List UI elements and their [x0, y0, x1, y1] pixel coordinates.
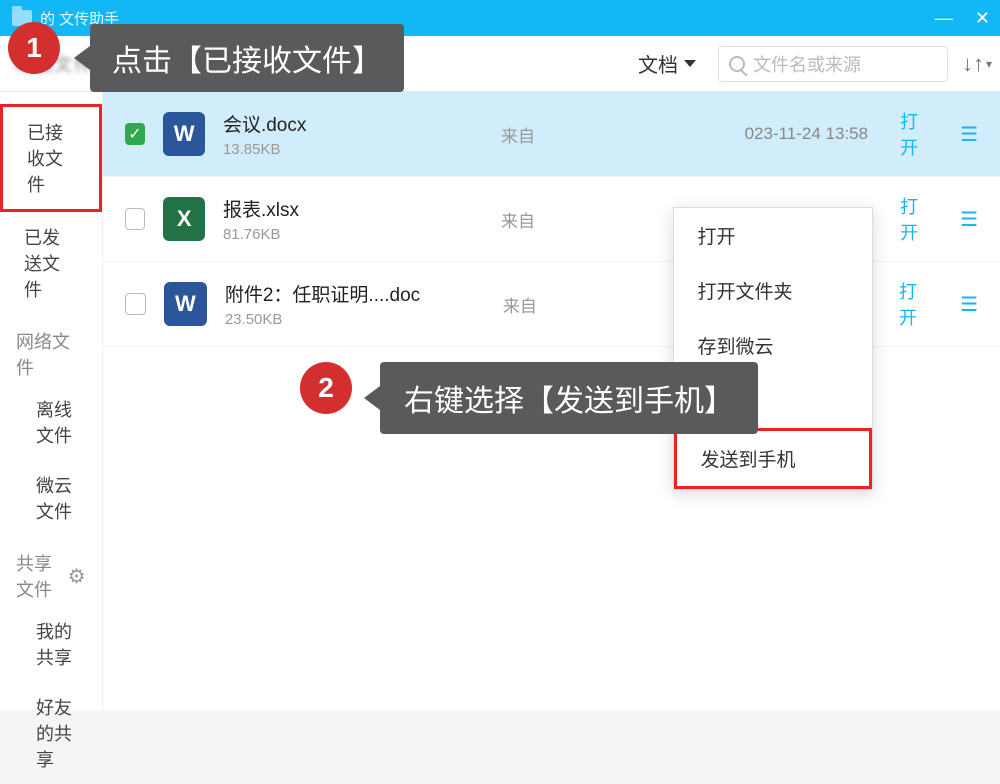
checkbox[interactable]: ✓	[125, 123, 146, 145]
file-name: 会议.docx	[223, 110, 483, 137]
close-button[interactable]: ✕	[975, 8, 990, 29]
menu-open-folder[interactable]: 打开文件夹	[674, 263, 872, 318]
search-icon	[729, 56, 745, 72]
file-size: 13.85KB	[223, 141, 483, 158]
chevron-down-icon	[684, 60, 696, 67]
sidebar-item-offline[interactable]: 离线文件	[0, 384, 102, 460]
checkbox[interactable]	[125, 293, 146, 315]
annotation-badge-2: 2	[300, 362, 352, 414]
file-name: 附件2：任职证明....doc	[225, 280, 485, 307]
more-icon[interactable]: ☰	[960, 292, 978, 317]
search-input[interactable]: 文件名或来源	[718, 46, 948, 82]
annotation-badge-1: 1	[8, 22, 60, 74]
filter-dropdown[interactable]: 文档	[630, 45, 704, 82]
filter-label: 文档	[638, 49, 678, 78]
word-file-icon: W	[164, 282, 207, 326]
context-menu: 打开 打开文件夹 存到微云 转发 发送到手机	[673, 207, 873, 490]
annotation-callout-2: 右键选择【发送到手机】	[380, 362, 758, 434]
sidebar-item-sent[interactable]: 已发送文件	[0, 212, 102, 314]
file-size: 81.76KB	[223, 226, 483, 243]
open-link[interactable]: 打开	[899, 278, 934, 330]
menu-open[interactable]: 打开	[674, 208, 872, 263]
menu-send-to-phone[interactable]: 发送到手机	[674, 428, 872, 489]
file-row[interactable]: ✓ W 会议.docx 13.85KB 来自 023-11-24 13:58 打…	[103, 92, 1000, 177]
file-source-label: 来自	[503, 292, 571, 317]
excel-file-icon: X	[163, 197, 205, 241]
open-link[interactable]: 打开	[900, 108, 934, 160]
file-source-label: 来自	[501, 122, 567, 147]
open-link[interactable]: 打开	[900, 193, 934, 245]
word-file-icon: W	[163, 112, 205, 156]
sidebar-item-received[interactable]: 已接收文件	[0, 104, 102, 212]
sidebar-item-myshare[interactable]: 我的共享	[0, 606, 102, 682]
checkbox[interactable]	[125, 208, 146, 230]
file-name: 报表.xlsx	[223, 195, 483, 222]
annotation-callout-1: 点击【已接收文件】	[90, 24, 404, 92]
sidebar-group-share: 共享文件 ⚙	[0, 536, 102, 606]
sidebar: 已接收文件 已发送文件 网络文件 离线文件 微云文件 共享文件 ⚙ 我的共享 好…	[0, 92, 103, 710]
search-placeholder: 文件名或来源	[753, 51, 861, 77]
more-icon[interactable]: ☰	[960, 122, 978, 147]
file-size: 23.50KB	[225, 311, 485, 328]
gear-icon[interactable]: ⚙	[68, 564, 86, 589]
minimize-button[interactable]: —	[935, 8, 953, 29]
more-icon[interactable]: ☰	[960, 207, 978, 232]
file-date: 023-11-24 13:58	[745, 124, 869, 144]
sidebar-item-weiyun[interactable]: 微云文件	[0, 460, 102, 536]
sidebar-item-friendshare[interactable]: 好友的共享	[0, 682, 102, 784]
sidebar-group-network: 网络文件	[0, 314, 102, 384]
sort-button[interactable]: ↓↑▾	[962, 51, 986, 77]
file-source-label: 来自	[501, 207, 567, 232]
